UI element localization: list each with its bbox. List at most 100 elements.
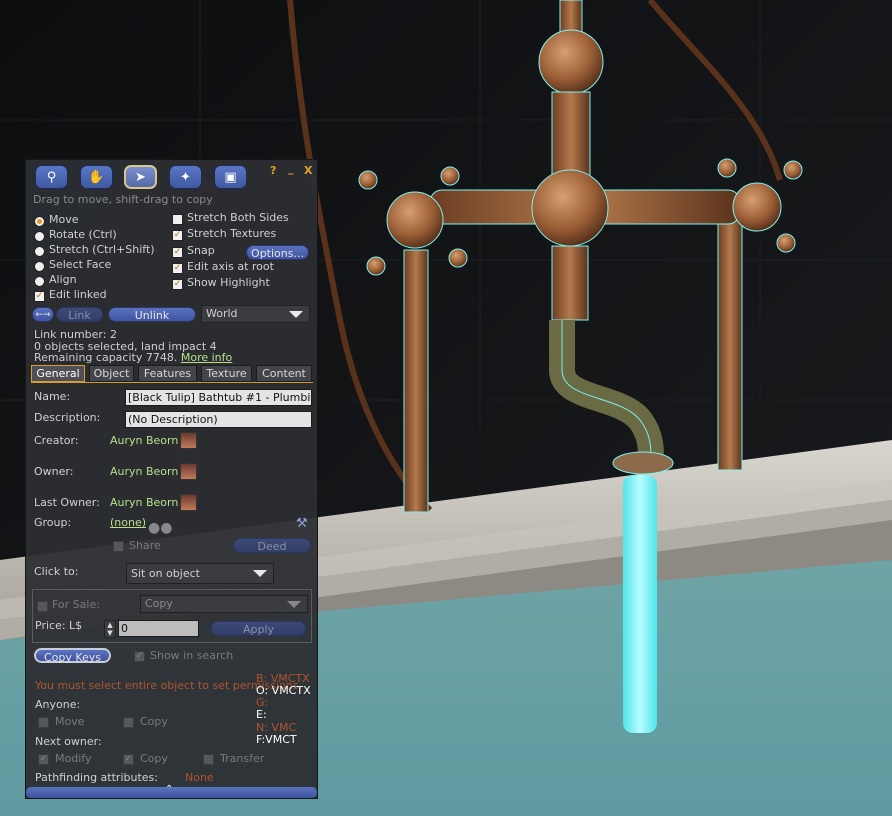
tab-texture[interactable]: Texture — [201, 365, 252, 382]
creator-avatar[interactable] — [180, 432, 197, 449]
next-copy-label: Copy — [140, 752, 168, 765]
bulldozer-icon: ▣ — [224, 169, 237, 185]
perm-everyone-text: E: — [256, 708, 267, 721]
show-in-search-checkbox[interactable]: ✓ — [134, 651, 145, 662]
move-label: Move — [49, 213, 79, 226]
magnifier-icon: ⚲ — [46, 169, 57, 185]
price-label: Price: L$ — [35, 619, 83, 632]
minimize-button[interactable]: _ — [288, 162, 294, 175]
last-owner-name-link[interactable]: Auryn Beorn — [110, 496, 178, 509]
align-label: Align — [49, 273, 77, 286]
select-face-label: Select Face — [49, 258, 112, 271]
more-info-link[interactable]: More info — [181, 351, 232, 364]
pathfinding-value: None — [185, 771, 214, 784]
apply-button[interactable]: Apply — [211, 621, 306, 636]
anyone-copy-label: Copy — [140, 715, 168, 728]
edit-axis-label: Edit axis at root — [187, 260, 274, 273]
tab-general[interactable]: General — [31, 365, 85, 382]
build-tools-floater: ⚲ ✋ ➤ ✦ ▣ ? _ X Drag to move, shift-drag… — [25, 159, 318, 799]
hand-icon: ✋ — [88, 169, 105, 185]
group-name-link[interactable]: (none) — [110, 516, 146, 529]
snap-checkbox[interactable]: ✓ — [172, 247, 183, 258]
edit-tool-button[interactable]: ➤ — [124, 165, 157, 189]
link-icon-button[interactable]: ←→ — [32, 307, 54, 322]
show-highlight-label: Show Highlight — [187, 276, 270, 289]
creator-label: Creator: — [34, 434, 79, 447]
sale-type-value: Copy — [145, 597, 173, 610]
group-label: Group: — [34, 516, 72, 529]
snap-options-button[interactable]: Options... — [246, 245, 309, 260]
copy-keys-button[interactable]: Copy Keys — [34, 648, 111, 664]
share-checkbox[interactable] — [113, 541, 124, 552]
edit-linked-checkbox[interactable]: ✓ — [34, 291, 45, 302]
next-owner-label: Next owner: — [35, 735, 102, 748]
click-to-label: Click to: — [34, 565, 79, 578]
next-copy-checkbox[interactable]: ✓ — [123, 754, 134, 765]
stretch-both-checkbox[interactable] — [172, 214, 183, 225]
collapse-panel-button[interactable]: ⌃ — [26, 784, 317, 798]
tool-hint-text: Drag to move, shift-drag to copy — [33, 193, 213, 206]
move-tool-button[interactable]: ✋ — [80, 165, 113, 189]
pathfinding-label: Pathfinding attributes: — [35, 771, 158, 784]
click-action-value: Sit on object — [131, 567, 200, 580]
remaining-capacity-text: Remaining capacity 7748. More info — [34, 351, 232, 364]
show-highlight-checkbox[interactable]: ✓ — [172, 279, 183, 290]
group-people-icon: ●● — [148, 520, 173, 536]
focus-tool-button[interactable]: ⚲ — [35, 165, 68, 189]
create-tool-button[interactable]: ✦ — [169, 165, 202, 189]
show-in-search-label: Show in search — [150, 649, 234, 662]
anyone-copy-checkbox[interactable] — [123, 717, 134, 728]
spinner-up-icon: ▲ — [107, 621, 113, 629]
owner-avatar[interactable] — [180, 463, 197, 480]
click-action-dropdown[interactable]: Sit on object — [126, 563, 274, 584]
link-button[interactable]: Link — [56, 307, 103, 322]
next-modify-checkbox[interactable]: ✓ — [38, 754, 49, 765]
ruler-mode-value: World — [206, 307, 238, 320]
stretch-textures-checkbox[interactable]: ✓ — [172, 230, 183, 241]
help-button[interactable]: ? — [270, 164, 276, 177]
name-label: Name: — [34, 390, 71, 403]
land-tool-button[interactable]: ▣ — [214, 165, 247, 189]
ruler-mode-dropdown[interactable]: World — [201, 305, 310, 323]
owner-label: Owner: — [34, 465, 74, 478]
for-sale-checkbox[interactable] — [37, 601, 48, 612]
tab-features[interactable]: Features — [138, 365, 197, 382]
capacity-value: Remaining capacity 7748. — [34, 351, 178, 364]
deed-button[interactable]: Deed — [233, 538, 311, 553]
description-label: Description: — [34, 411, 101, 424]
move-radio[interactable] — [34, 216, 45, 227]
anyone-move-label: Move — [55, 715, 85, 728]
chevron-down-icon — [289, 311, 303, 318]
close-button[interactable]: X — [304, 164, 312, 177]
owner-name-link[interactable]: Auryn Beorn — [110, 465, 178, 478]
next-transfer-checkbox[interactable] — [203, 754, 214, 765]
last-owner-avatar[interactable] — [180, 494, 197, 511]
rotate-label: Rotate (Ctrl) — [49, 228, 117, 241]
anyone-label: Anyone: — [35, 698, 81, 711]
share-label: Share — [129, 539, 161, 552]
tab-content[interactable]: Content — [256, 365, 312, 382]
sale-type-dropdown[interactable]: Copy — [140, 595, 308, 613]
spinner-down-icon: ▼ — [107, 629, 113, 637]
anyone-move-checkbox[interactable] — [38, 717, 49, 728]
edit-linked-label: Edit linked — [49, 288, 107, 301]
align-radio[interactable] — [34, 276, 45, 287]
next-transfer-label: Transfer — [220, 752, 265, 765]
price-field[interactable]: 0 — [118, 620, 199, 637]
chevron-down-icon — [253, 570, 267, 577]
chevron-up-icon: ⌃ — [165, 784, 174, 795]
snap-label: Snap — [187, 244, 215, 257]
unlink-button[interactable]: Unlink — [108, 307, 196, 322]
price-spinner[interactable]: ▲ ▼ — [104, 620, 116, 638]
stretch-both-label: Stretch Both Sides — [187, 211, 289, 224]
chevron-down-icon — [287, 601, 301, 608]
wrench-icon[interactable]: ⚒ — [296, 516, 308, 531]
edit-axis-checkbox[interactable]: ✓ — [172, 263, 183, 274]
tab-object[interactable]: Object — [89, 365, 134, 382]
rotate-radio[interactable] — [34, 231, 45, 242]
select-face-radio[interactable] — [34, 261, 45, 272]
creator-name-link[interactable]: Auryn Beorn — [110, 434, 178, 447]
description-field[interactable]: (No Description) — [125, 411, 312, 428]
name-field[interactable]: [Black Tulip] Bathtub #1 - Plumbin — [125, 389, 312, 406]
stretch-radio[interactable] — [34, 246, 45, 257]
